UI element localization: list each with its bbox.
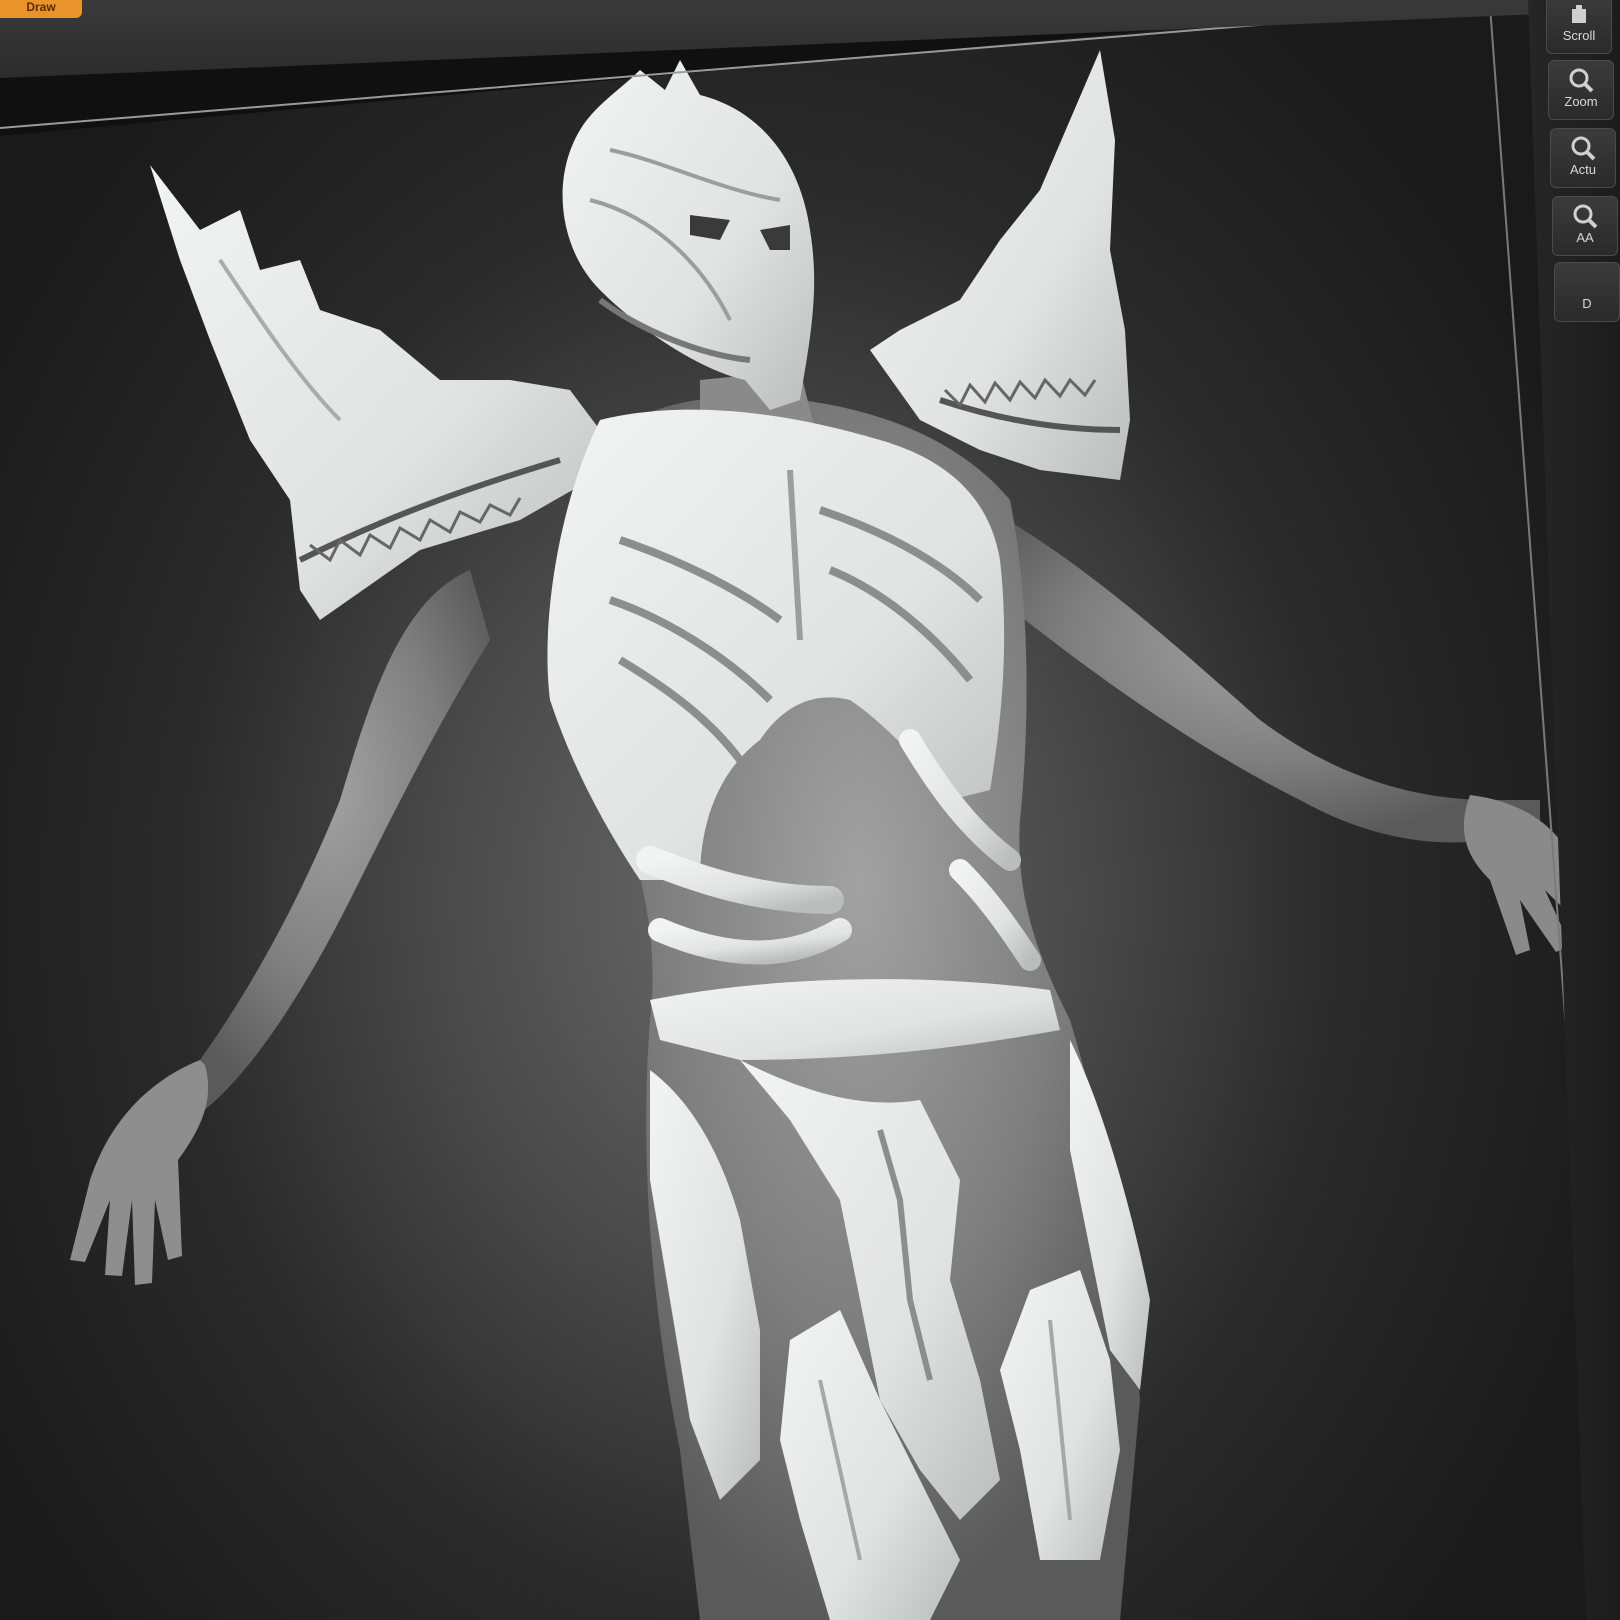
draw-button[interactable]: Draw	[0, 0, 82, 18]
right-pauldron	[870, 50, 1130, 480]
scroll-icon	[1547, 0, 1611, 29]
scroll-button[interactable]: Scroll	[1546, 0, 1612, 54]
monitor-screen: Draw Scroll Zoom Actu AA D	[0, 0, 1620, 1620]
helmet-sculpt	[562, 60, 815, 410]
actual-size-button[interactable]: Actu	[1550, 128, 1616, 188]
dynamic-button[interactable]: D	[1554, 262, 1620, 322]
zoom-icon	[1549, 65, 1613, 95]
left-pauldron	[150, 165, 600, 620]
actual-size-icon	[1551, 133, 1615, 163]
aahalf-button[interactable]: AA	[1552, 196, 1618, 256]
sculpt-model[interactable]	[0, 0, 1620, 1620]
zoom-button[interactable]: Zoom	[1548, 60, 1614, 120]
aahalf-icon	[1553, 201, 1617, 231]
dynamic-icon	[1555, 267, 1619, 297]
